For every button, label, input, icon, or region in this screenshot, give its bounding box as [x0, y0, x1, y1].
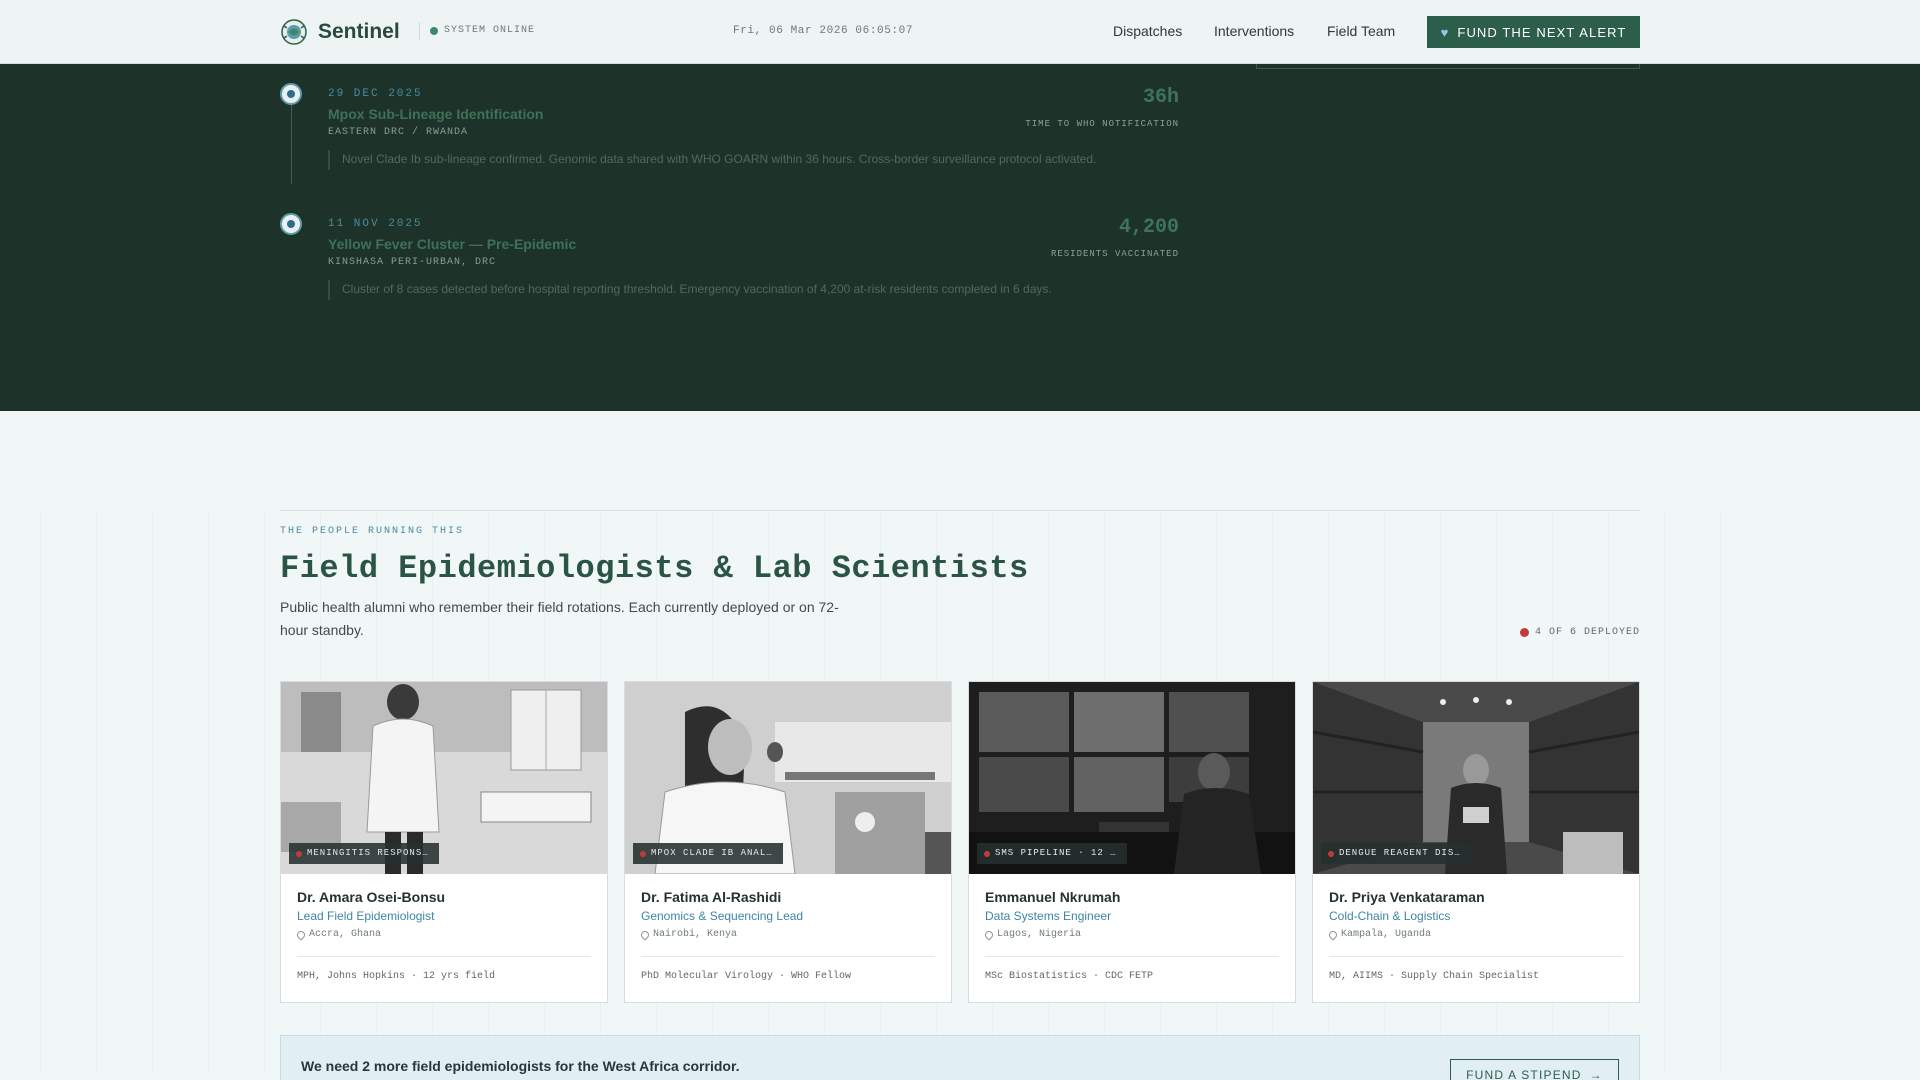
timeline-date: 11 NOV 2025 — [328, 218, 423, 230]
member-role: Genomics & Sequencing Lead — [641, 909, 804, 923]
member-location: Kampala, Uganda — [1327, 928, 1432, 941]
fund-stipend-button[interactable]: FUND A STIPEND → — [1450, 1059, 1619, 1080]
member-name: Emmanuel Nkrumah — [985, 889, 1121, 905]
datetime-display: Fri, 06 Mar 2026 06:05:07 — [733, 25, 914, 37]
member-name: Dr. Fatima Al-Rashidi — [641, 889, 782, 905]
divider — [985, 956, 1279, 957]
assignment-tag: DENGUE REAGENT DIST… — [1321, 843, 1471, 864]
assignment-tag: SMS PIPELINE · 12 D… — [977, 843, 1127, 864]
alert-dot-icon — [1519, 628, 1529, 637]
member-credentials: MPH, Johns Hopkins · 12 yrs field — [297, 971, 496, 982]
timeline-line — [291, 92, 292, 184]
nav-dispatches[interactable]: Dispatches — [1113, 23, 1182, 39]
team-member-card[interactable]: MENINGITIS RESPONSE… Dr. Amara Osei-Bons… — [280, 681, 608, 1003]
team-member-card[interactable]: MPOX CLADE IB ANALY… Dr. Fatima Al-Rashi… — [624, 681, 952, 1003]
brand[interactable]: Sentinel — [280, 18, 400, 46]
nav-interventions[interactable]: Interventions — [1214, 23, 1294, 39]
assignment-tag: MENINGITIS RESPONSE… — [289, 843, 439, 864]
assignment-tag: MPOX CLADE IB ANALY… — [633, 843, 783, 864]
member-photo: MPOX CLADE IB ANALY… — [625, 682, 951, 874]
location-pin-icon — [983, 928, 995, 941]
brand-name: Sentinel — [318, 20, 400, 43]
timeline-node-icon — [280, 213, 302, 235]
sentinel-logo-icon — [281, 19, 307, 45]
member-location: Lagos, Nigeria — [983, 928, 1082, 941]
banner-message: We need 2 more field epidemiologists for… — [301, 1058, 740, 1074]
member-role: Data Systems Engineer — [985, 909, 1112, 923]
stipend-button-label: FUND A STIPEND — [1466, 1068, 1582, 1080]
nav-field-team[interactable]: Field Team — [1327, 23, 1395, 39]
status-text: SYSTEM ONLINE — [444, 25, 536, 36]
timeline-description: Cluster of 8 cases detected before hospi… — [328, 280, 1052, 300]
member-name: Dr. Amara Osei-Bonsu — [297, 889, 446, 905]
sidebar-card-edge — [1256, 64, 1640, 69]
timeline-location: EASTERN DRC / RWANDA — [328, 127, 469, 138]
arrow-right-icon: → — [1589, 1068, 1603, 1080]
member-location: Accra, Ghana — [295, 928, 382, 941]
team-member-card[interactable]: SMS PIPELINE · 12 D… Emmanuel Nkrumah Da… — [968, 681, 1296, 1003]
timeline-date: 29 DEC 2025 — [328, 88, 423, 100]
member-role: Cold-Chain & Logistics — [1329, 909, 1451, 923]
section-title: Field Epidemiologists & Lab Scientists — [280, 550, 1029, 587]
timeline-node-icon — [280, 83, 302, 105]
timeline-stat: 4,200 — [1118, 216, 1179, 239]
fund-button-label: FUND THE NEXT ALERT — [1457, 24, 1627, 40]
member-location-text: Nairobi, Kenya — [653, 929, 738, 940]
timeline-description: Novel Clade Ib sub-lineage confirmed. Ge… — [328, 150, 1096, 170]
divider — [1329, 956, 1623, 957]
location-pin-icon — [1327, 928, 1339, 941]
member-photo: DENGUE REAGENT DIST… — [1313, 682, 1639, 874]
heart-icon: ♥ — [1440, 24, 1450, 40]
section-eyebrow: THE PEOPLE RUNNING THIS — [280, 526, 465, 537]
member-credentials: MD, AIIMS · Supply Chain Specialist — [1329, 971, 1540, 982]
member-name: Dr. Priya Venkataraman — [1329, 889, 1485, 905]
member-location-text: Accra, Ghana — [309, 929, 382, 940]
deployment-status: 4 OF 6 DEPLOYED — [1519, 627, 1640, 638]
location-pin-icon — [295, 928, 307, 941]
timeline-title[interactable]: Mpox Sub-Lineage Identification — [328, 106, 543, 122]
dispatch-timeline-section — [0, 64, 1920, 411]
timeline-stat: 36h — [1142, 86, 1179, 109]
member-photo: MENINGITIS RESPONSE… — [281, 682, 607, 874]
member-location-text: Kampala, Uganda — [1341, 929, 1432, 940]
top-navigation-bar: Sentinel SYSTEM ONLINE Fri, 06 Mar 2026 … — [0, 0, 1920, 64]
timeline-title[interactable]: Yellow Fever Cluster — Pre-Epidemic — [328, 236, 576, 252]
section-subtitle: Public health alumni who remember their … — [280, 599, 839, 638]
location-pin-icon — [639, 928, 651, 941]
deployment-count: 4 OF 6 DEPLOYED — [1534, 627, 1640, 638]
divider — [641, 956, 935, 957]
timeline-stat-label: RESIDENTS VACCINATED — [1050, 249, 1179, 259]
member-credentials: PhD Molecular Virology · WHO Fellow — [641, 971, 852, 982]
section-divider — [280, 510, 1640, 511]
timeline-stat-label: TIME TO WHO NOTIFICATION — [1025, 119, 1179, 129]
member-location-text: Lagos, Nigeria — [997, 929, 1082, 940]
recruitment-banner: We need 2 more field epidemiologists for… — [280, 1035, 1640, 1080]
member-role: Lead Field Epidemiologist — [297, 909, 435, 923]
divider — [419, 22, 420, 40]
member-location: Nairobi, Kenya — [639, 928, 738, 941]
system-status: SYSTEM ONLINE — [430, 25, 535, 36]
member-credentials: MSc Biostatistics · CDC FETP — [985, 971, 1154, 982]
member-photo: SMS PIPELINE · 12 D… — [969, 682, 1295, 874]
team-member-card[interactable]: DENGUE REAGENT DIST… Dr. Priya Venkatara… — [1312, 681, 1640, 1003]
timeline-location: KINSHASA PERI-URBAN, DRC — [328, 257, 497, 268]
status-dot-icon — [430, 26, 438, 35]
fund-next-alert-button[interactable]: ♥ FUND THE NEXT ALERT — [1427, 16, 1640, 48]
divider — [297, 956, 591, 957]
